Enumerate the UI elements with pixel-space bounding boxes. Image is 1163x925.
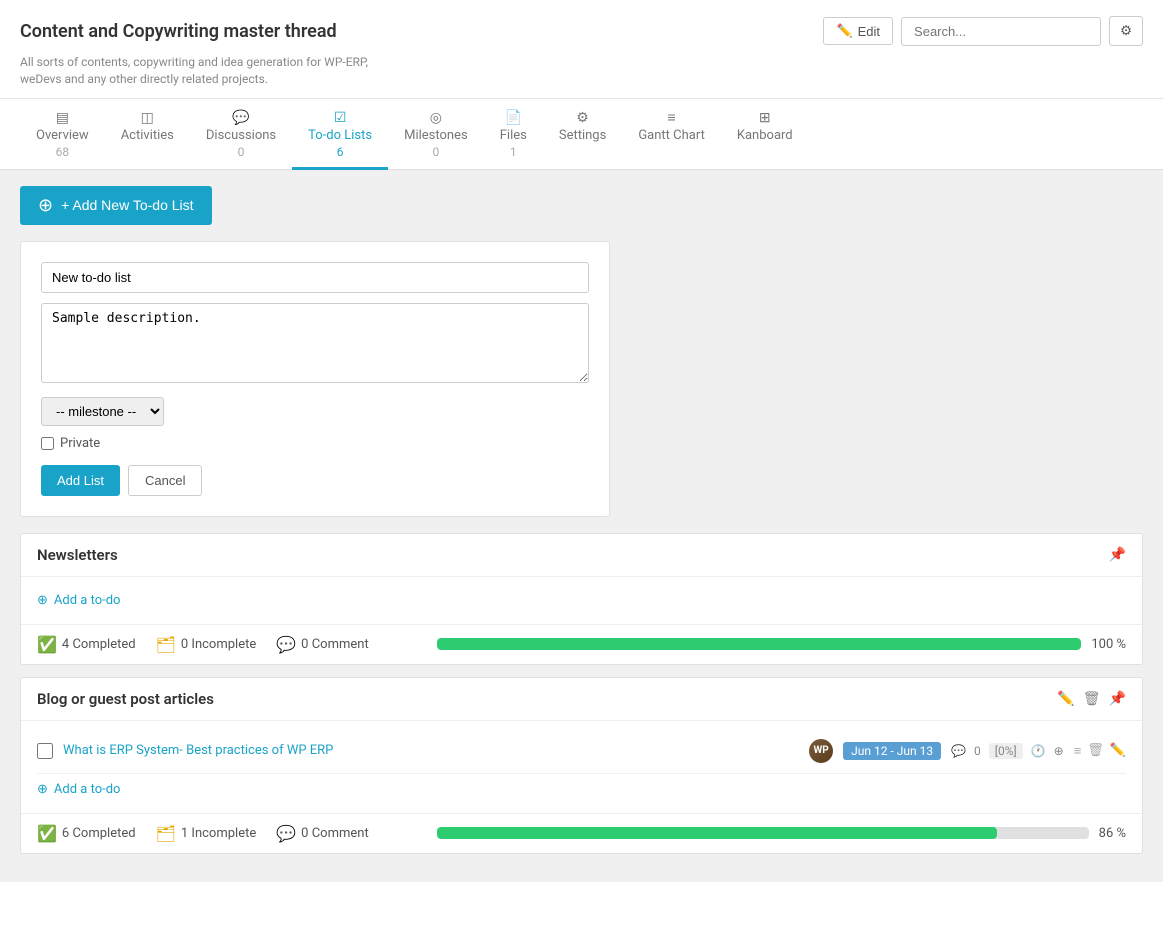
- tab-activities[interactable]: ◫ Activities: [105, 100, 190, 170]
- todolist-icon: ☑: [334, 110, 347, 126]
- incomplete-icon: 🗂: [156, 635, 176, 654]
- main-content: ⊕ + Add New To-do List Sample descriptio…: [0, 170, 1163, 882]
- todo-item-meta: 💬 0 [0%] 🕐 ⊕: [951, 743, 1064, 759]
- newsletters-progress-fill: [437, 638, 1081, 650]
- newsletters-completed-stat: ✅ 4 Completed: [37, 635, 136, 654]
- files-icon: 📄: [505, 110, 522, 126]
- app-container: Content and Copywriting master thread ✏️…: [0, 0, 1163, 925]
- newsletters-items: ⊕ Add a to-do: [21, 577, 1142, 624]
- plus-icon[interactable]: ⊕: [1054, 744, 1064, 758]
- edit-button[interactable]: ✏️ Edit: [823, 17, 893, 45]
- newsletters-stats: ✅ 4 Completed 🗂 0 Incomplete 💬 0 Comment: [37, 635, 417, 654]
- todo-item-link[interactable]: What is ERP System- Best practices of WP…: [63, 743, 333, 758]
- plus-circle-icon: ⊕: [38, 195, 53, 216]
- tab-settings[interactable]: ⚙ Settings: [543, 100, 622, 170]
- page-title: Content and Copywriting master thread: [20, 21, 337, 42]
- progress-badge: [0%]: [989, 743, 1023, 759]
- new-todo-list-form: Sample description. -- milestone -- Priv…: [20, 241, 610, 517]
- todo-list-description-input[interactable]: Sample description.: [41, 303, 589, 383]
- tabs-bar: ▤ Overview 68 ◫ Activities 💬 Discussions…: [0, 99, 1163, 170]
- table-row: What is ERP System- Best practices of WP…: [37, 729, 1126, 774]
- avatar: WP: [809, 739, 833, 763]
- check-circle-icon: ✅: [37, 635, 57, 654]
- add-circle-icon: ⊕: [37, 593, 48, 608]
- add-new-todo-list-button[interactable]: ⊕ + Add New To-do List: [20, 186, 212, 225]
- private-checkbox[interactable]: [41, 437, 54, 450]
- todo-item-checkbox[interactable]: [37, 743, 53, 759]
- newsletters-footer: ✅ 4 Completed 🗂 0 Incomplete 💬 0 Comment: [21, 624, 1142, 664]
- header-description: All sorts of contents, copywriting and i…: [20, 54, 1143, 88]
- tab-todo-lists[interactable]: ☑ To-do Lists 6: [292, 100, 388, 170]
- activities-icon: ◫: [141, 110, 154, 126]
- newsletters-progress: 100 %: [417, 637, 1126, 652]
- newsletters-progress-bar: [437, 638, 1081, 650]
- form-actions: Add List Cancel: [41, 465, 589, 496]
- blog-completed-stat: ✅ 6 Completed: [37, 824, 136, 843]
- blog-progress-bar: [437, 827, 1089, 839]
- comment-count: 0: [974, 744, 981, 758]
- newsletters-incomplete-stat: 🗂 0 Incomplete: [156, 635, 257, 654]
- overview-icon: ▤: [56, 110, 69, 126]
- blog-progress-pct: 86 %: [1099, 826, 1126, 841]
- todo-list-title-input[interactable]: [41, 262, 589, 293]
- tab-gantt[interactable]: ≡ Gantt Chart: [622, 99, 721, 170]
- blog-title: Blog or guest post articles: [37, 690, 214, 708]
- newsletters-header: Newsletters 📌: [21, 534, 1142, 577]
- discussions-icon: 💬: [232, 110, 249, 126]
- list-icon[interactable]: ≡: [1074, 743, 1082, 759]
- header-right: ✏️ Edit ⚙: [823, 16, 1143, 46]
- private-label: Private: [60, 436, 100, 451]
- kanboard-icon: ⊞: [759, 110, 771, 126]
- tab-discussions[interactable]: 💬 Discussions 0: [190, 100, 292, 170]
- newsletters-comment-stat: 💬 0 Comment: [276, 635, 368, 654]
- header: Content and Copywriting master thread ✏️…: [0, 0, 1163, 99]
- delete-icon[interactable]: 🗑: [1087, 743, 1104, 759]
- clock-icon[interactable]: 🕐: [1031, 744, 1046, 758]
- blog-comment-stat: 💬 0 Comment: [276, 824, 368, 843]
- gantt-icon: ≡: [667, 109, 675, 126]
- blog-footer: ✅ 6 Completed 🗂 1 Incomplete 💬 0 Comment: [21, 813, 1142, 853]
- newsletters-actions: 📌: [1109, 547, 1126, 563]
- milestone-select[interactable]: -- milestone --: [41, 397, 164, 426]
- comment-count-icon: 💬: [951, 744, 966, 758]
- newsletters-pin-icon[interactable]: 📌: [1109, 547, 1126, 563]
- todo-item-actions: ≡ 🗑 ✏️: [1074, 743, 1126, 759]
- blog-progress-fill: [437, 827, 997, 839]
- blog-header: Blog or guest post articles ✏️ 🗑 📌: [21, 678, 1142, 721]
- blog-delete-icon[interactable]: 🗑: [1083, 691, 1101, 707]
- blog-actions: ✏️ 🗑 📌: [1057, 691, 1126, 707]
- blog-progress: 86 %: [417, 826, 1126, 841]
- todo-item-title: What is ERP System- Best practices of WP…: [63, 743, 799, 758]
- settings-icon: ⚙: [576, 110, 589, 126]
- tab-kanboard[interactable]: ⊞ Kanboard: [721, 100, 809, 170]
- blog-edit-icon[interactable]: ✏️: [1057, 691, 1074, 707]
- blog-items: What is ERP System- Best practices of WP…: [21, 721, 1142, 813]
- tab-milestones[interactable]: ◎ Milestones 0: [388, 100, 484, 170]
- todo-item-date: Jun 12 - Jun 13: [843, 742, 941, 760]
- add-list-button[interactable]: Add List: [41, 465, 120, 496]
- blog-add-todo[interactable]: ⊕ Add a to-do: [37, 774, 1126, 805]
- blog-stats: ✅ 6 Completed 🗂 1 Incomplete 💬 0 Comment: [37, 824, 417, 843]
- incomplete-icon: 🗂: [156, 824, 176, 843]
- todo-section-newsletters: Newsletters 📌 ⊕ Add a to-do ✅ 4 Complete…: [20, 533, 1143, 665]
- todo-section-blog: Blog or guest post articles ✏️ 🗑 📌 What …: [20, 677, 1143, 854]
- blog-incomplete-stat: 🗂 1 Incomplete: [156, 824, 257, 843]
- gear-icon: ⚙: [1120, 23, 1132, 38]
- comment-icon: 💬: [276, 635, 296, 654]
- settings-gear-button[interactable]: ⚙: [1109, 16, 1143, 46]
- newsletters-progress-pct: 100 %: [1091, 637, 1126, 652]
- newsletters-title: Newsletters: [37, 546, 118, 564]
- milestones-icon: ◎: [430, 110, 442, 126]
- tab-overview[interactable]: ▤ Overview 68: [20, 100, 105, 170]
- tab-files[interactable]: 📄 Files 1: [484, 100, 543, 170]
- pencil-icon: ✏️: [836, 23, 852, 39]
- newsletters-add-todo[interactable]: ⊕ Add a to-do: [37, 585, 1126, 616]
- comment-icon: 💬: [276, 824, 296, 843]
- search-input[interactable]: [901, 17, 1101, 46]
- add-circle-icon: ⊕: [37, 782, 48, 797]
- blog-pin-icon[interactable]: 📌: [1109, 691, 1126, 707]
- edit-icon[interactable]: ✏️: [1110, 743, 1126, 759]
- check-circle-icon: ✅: [37, 824, 57, 843]
- cancel-button[interactable]: Cancel: [128, 465, 202, 496]
